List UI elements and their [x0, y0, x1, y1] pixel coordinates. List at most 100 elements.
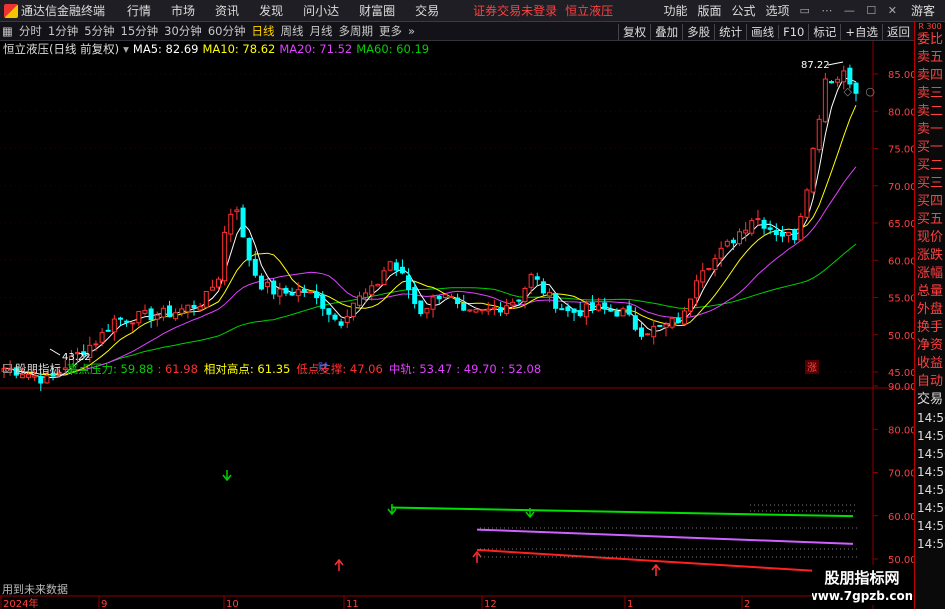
- price-tick-label: 80.00: [888, 107, 914, 118]
- candle-body: [589, 302, 595, 310]
- candle-body: [166, 305, 172, 318]
- price-tick-label: 60.00: [888, 256, 914, 267]
- duogu-button[interactable]: 多股: [682, 23, 714, 40]
- login-warning[interactable]: 证券交易未登录: [473, 2, 557, 19]
- f10-button[interactable]: F10: [778, 24, 808, 39]
- period-monthly[interactable]: 月线: [309, 23, 332, 39]
- side-volume[interactable]: 总量: [915, 283, 945, 301]
- tongji-button[interactable]: 统计: [714, 23, 746, 40]
- side-price[interactable]: 现价: [915, 229, 945, 247]
- candle-body: [547, 291, 553, 297]
- side-change-pct[interactable]: 涨幅: [915, 265, 945, 283]
- candle-body: [430, 296, 436, 310]
- menu-xuanxiang[interactable]: 选项: [766, 2, 790, 19]
- candle-body: [694, 280, 700, 299]
- candle-body: [320, 294, 326, 309]
- candle-body: [847, 67, 853, 85]
- biaoji-button[interactable]: 标记: [808, 23, 840, 40]
- candle-body: [608, 309, 614, 312]
- side-buy2[interactable]: 买二: [915, 157, 945, 175]
- side-time-2: 14:56: [917, 429, 945, 443]
- candle-body: [154, 314, 160, 320]
- candle-body: [277, 288, 283, 297]
- candle-body: [442, 294, 448, 299]
- indicator-name[interactable]: 股朋指标: [15, 361, 61, 377]
- side-sell3[interactable]: 卖三: [915, 85, 945, 103]
- chart-area[interactable]: 85.00 80.00 75.00 70.00 65.00 60.00 55.00 50.00…: [0, 41, 917, 609]
- side-time-4: 14:56: [917, 465, 945, 479]
- sub-tick-label: 90.00: [888, 382, 914, 393]
- candle-body: [681, 310, 687, 325]
- side-weibi[interactable]: 委比: [915, 31, 945, 49]
- mark-zhang[interactable]: 涨: [807, 362, 817, 374]
- menu-caifuquan[interactable]: 财富圈: [359, 2, 395, 19]
- middle-line: [476, 528, 854, 545]
- period-multi[interactable]: 多周期: [338, 23, 373, 39]
- period-toolbar: ▦ 分时 1分钟 5分钟 15分钟 30分钟 60分钟 日线 周线 月线 多周期…: [0, 22, 945, 41]
- side-buy1[interactable]: 买一: [915, 139, 945, 157]
- side-sell5[interactable]: 卖五: [915, 49, 945, 67]
- side-change[interactable]: 涨跌: [915, 247, 945, 265]
- period-fenshi[interactable]: 分时: [19, 23, 42, 39]
- candle-body: [295, 289, 301, 297]
- candle-body: [596, 304, 602, 311]
- period-daily[interactable]: 日线: [251, 23, 274, 39]
- period-5min[interactable]: 5分钟: [84, 23, 114, 39]
- candle-body: [448, 296, 454, 299]
- period-more[interactable]: 更多: [379, 23, 402, 39]
- menu-gongneng[interactable]: 功能: [663, 2, 687, 19]
- candle-body: [540, 281, 546, 294]
- indicator-toggle-icon[interactable]: [3, 364, 12, 373]
- period-1min[interactable]: 1分钟: [48, 23, 78, 39]
- chevron-right-icon[interactable]: »: [408, 24, 415, 38]
- candle-body: [730, 239, 736, 244]
- side-buy3[interactable]: 买三: [915, 175, 945, 193]
- kline-chart[interactable]: 85.00 80.00 75.00 70.00 65.00 60.00 55.00 50.00…: [0, 41, 917, 609]
- guest-label[interactable]: 游客: [911, 2, 935, 19]
- candle-body: [835, 78, 841, 83]
- dropdown-icon[interactable]: ▾: [123, 42, 129, 56]
- side-auto[interactable]: 自动: [915, 373, 945, 391]
- side-earnings[interactable]: 收益: [915, 355, 945, 373]
- candle-body: [357, 295, 363, 306]
- candle-body: [326, 308, 332, 315]
- menu-faxian[interactable]: 发现: [259, 2, 283, 19]
- period-60min[interactable]: 60分钟: [208, 23, 246, 39]
- side-sell4[interactable]: 卖四: [915, 67, 945, 85]
- back-button[interactable]: 返回: [882, 23, 914, 40]
- period-30min[interactable]: 30分钟: [164, 23, 202, 39]
- menu-zixun[interactable]: 资讯: [215, 2, 239, 19]
- candle-body: [497, 308, 503, 313]
- diejia-button[interactable]: 叠加: [650, 23, 682, 40]
- menu-gongshi[interactable]: 公式: [731, 2, 755, 19]
- candle-body: [117, 317, 123, 320]
- side-sell1[interactable]: 卖一: [915, 121, 945, 139]
- side-outer[interactable]: 外盘: [915, 301, 945, 319]
- toolbar-right: 复权 叠加 多股 统计 画线 F10 标记 +自选 返回: [618, 22, 914, 41]
- side-buy5[interactable]: 买五: [915, 211, 945, 229]
- side-buy4[interactable]: 买四: [915, 193, 945, 211]
- window-controls-icon[interactable]: ▭ ⋯ — ☐ ✕: [800, 4, 901, 17]
- period-weekly[interactable]: 周线: [280, 23, 303, 39]
- huaxian-button[interactable]: 画线: [746, 23, 778, 40]
- menu-wenxiaoda[interactable]: 问小达: [303, 2, 339, 19]
- add-watchlist-button[interactable]: +自选: [840, 23, 882, 40]
- chart-corner-icons[interactable]: ◇ ○: [843, 85, 880, 98]
- menu-hangqing[interactable]: 行情: [127, 2, 151, 19]
- price-tick-label: 85.00: [888, 70, 914, 81]
- period-15min[interactable]: 15分钟: [121, 23, 159, 39]
- right-menu: 功能 版面 公式 选项 ▭ ⋯ — ☐ ✕ 游客: [663, 0, 945, 21]
- grid-icon[interactable]: ▦: [2, 24, 13, 38]
- side-trade[interactable]: 交易: [915, 391, 945, 409]
- side-net-asset[interactable]: 净资: [915, 337, 945, 355]
- candle-body: [706, 267, 712, 271]
- candle-body: [265, 281, 271, 287]
- menu-shichang[interactable]: 市场: [171, 2, 195, 19]
- fuquan-button[interactable]: 复权: [618, 23, 650, 40]
- side-sell2[interactable]: 卖二: [915, 103, 945, 121]
- low-price-pointer: [49, 348, 61, 356]
- sub-tick-label: 60.00: [888, 512, 914, 523]
- side-turnover[interactable]: 换手: [915, 319, 945, 337]
- menu-jiaoyi[interactable]: 交易: [415, 2, 439, 19]
- menu-banmian[interactable]: 版面: [697, 2, 721, 19]
